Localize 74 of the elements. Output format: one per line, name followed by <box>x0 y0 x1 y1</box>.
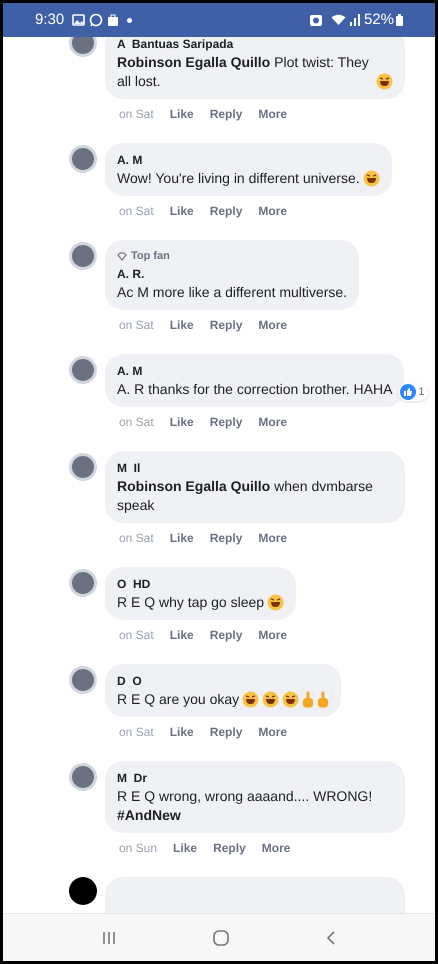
comment-time: on Sat <box>119 316 154 334</box>
comment-action-link[interactable]: More <box>258 412 288 430</box>
comment-action-link[interactable]: Like <box>170 202 194 220</box>
comment-author[interactable]: D O <box>117 672 330 690</box>
comment-author[interactable]: A. M <box>117 362 392 380</box>
reaction-count[interactable]: 1 <box>398 384 428 400</box>
bag-icon <box>107 14 120 26</box>
comment-action-link[interactable]: Reply <box>210 412 242 430</box>
battery-icon <box>396 14 403 26</box>
comment-action-link[interactable]: Reply <box>210 626 242 644</box>
comment-text: Ac M more like a different multiverse. <box>117 282 348 302</box>
comment-text: R E Q are you okay <box>117 690 240 708</box>
comment-time: on Sat <box>119 106 154 123</box>
comment-time: on Sat <box>119 724 154 740</box>
comment-action-link[interactable]: Reply <box>210 528 242 546</box>
comment-time: on Sat <box>119 414 154 430</box>
comment-text: Robinson Egalla Quillo Plot twist: They all lost. <box>117 53 370 91</box>
comment-action-link[interactable]: More <box>258 528 288 546</box>
comment-action-link[interactable]: More <box>258 202 288 220</box>
top-fan-label: Top fan <box>131 249 170 264</box>
comment-action-link[interactable]: Like <box>173 838 198 856</box>
laughing-emoji-icon <box>267 594 284 610</box>
comment-action-link[interactable]: Like <box>170 722 194 740</box>
comment-action-link[interactable]: More <box>258 105 288 123</box>
comment-time: on Sun <box>119 840 158 856</box>
diamond-icon <box>117 252 127 261</box>
comment-author[interactable]: O HD <box>117 574 284 592</box>
laughing-emoji-icon <box>362 170 380 187</box>
comment-text: Wow! You're living in different universe. <box>117 169 360 188</box>
laughing-emoji-icon <box>242 690 260 708</box>
comment-time: on Sat <box>119 530 154 546</box>
comment-action-link[interactable]: Reply <box>210 722 242 740</box>
comment-action-link[interactable]: Like <box>170 528 194 546</box>
comment-text: R E Q wrong, wrong aaaand.... WRONG! #AndNew <box>117 786 374 824</box>
comment-action-link[interactable]: Like <box>170 626 194 644</box>
comment-author[interactable]: A. M <box>117 151 380 169</box>
raised-finger-emoji-icon <box>317 690 330 708</box>
back-icon[interactable] <box>325 930 338 946</box>
comment-action-link[interactable]: More <box>258 626 288 644</box>
signal-icon <box>350 14 360 26</box>
like-icon <box>400 384 416 400</box>
laughing-emoji-icon <box>282 690 300 708</box>
alarm-icon <box>308 14 323 26</box>
comment-author[interactable]: M Dr <box>117 768 393 786</box>
chat-icon <box>89 13 104 27</box>
comment-action-link[interactable]: Reply <box>213 838 246 856</box>
raised-finger-emoji-icon <box>302 690 314 708</box>
comment-text: Robinson Egalla Quillo when dvmbarse speak <box>117 476 374 514</box>
laughing-emoji-icon <box>262 690 280 708</box>
comment-action-link[interactable]: Reply <box>210 105 242 123</box>
wifi-icon <box>330 14 346 26</box>
comment-text: R E Q why tap go sleep <box>117 592 264 612</box>
clock: 9:30 <box>35 10 64 30</box>
comment-time: on Sat <box>119 626 154 644</box>
comment-action-link[interactable]: Like <box>170 412 194 430</box>
comment-action-link[interactable]: More <box>262 838 290 856</box>
recent-apps-icon[interactable] <box>100 930 117 946</box>
comment-author[interactable]: A Bantuas Saripada <box>117 37 393 53</box>
gallery-icon <box>72 14 86 26</box>
comment-action-link[interactable]: More <box>258 316 288 334</box>
comment-action-link[interactable]: Reply <box>210 316 242 334</box>
avatar[interactable] <box>69 876 97 904</box>
comment-action-link[interactable]: More <box>258 722 288 740</box>
dot-icon <box>127 18 132 22</box>
comment-action-link[interactable]: Like <box>170 105 194 123</box>
comment-author[interactable]: A. R. <box>117 264 348 282</box>
comment-time: on Sat <box>119 203 154 220</box>
comment-action-link[interactable]: Reply <box>210 202 242 220</box>
comment-text: A. R thanks for the correction brother. HAHA <box>117 380 392 398</box>
comment-author[interactable]: M Il <box>117 458 393 476</box>
laughing-emoji-icon <box>376 73 393 90</box>
comment-action-link[interactable]: Like <box>170 316 194 334</box>
home-icon[interactable] <box>212 928 230 946</box>
battery-percentage: 52% <box>364 10 394 30</box>
